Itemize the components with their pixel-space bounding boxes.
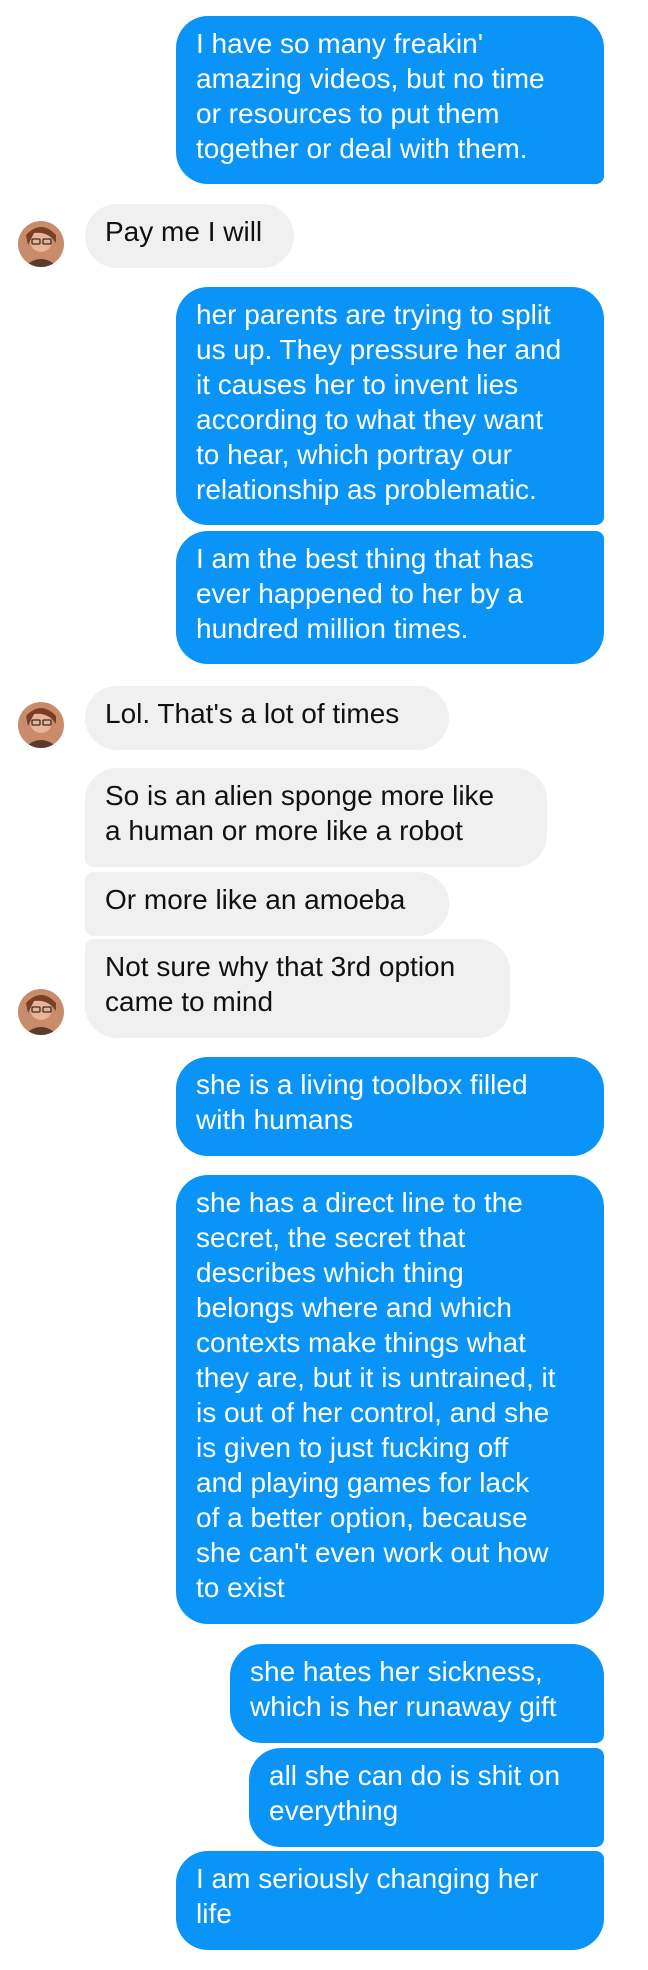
message-bubble-outgoing[interactable]: her parents are trying to split us up. T… [176,287,604,525]
message-bubble-outgoing[interactable]: she has a direct line to the secret, the… [176,1175,604,1624]
message-bubble-incoming[interactable]: So is an alien sponge more like a human … [85,768,547,867]
avatar-image [18,221,64,267]
message-bubble-incoming[interactable]: Not sure why that 3rd option came to min… [85,939,510,1038]
contact-avatar-icon[interactable] [18,702,64,748]
message-bubble-outgoing[interactable]: I am seriously changing her life [176,1851,604,1950]
avatar-image [18,989,64,1035]
message-bubble-outgoing[interactable]: I have so many freakin' amazing videos, … [176,16,604,184]
message-bubble-incoming[interactable]: Lol. That's a lot of times [85,686,449,750]
contact-avatar-icon[interactable] [18,221,64,267]
chat-screen: { "messages": [ {"side": "out", "text": … [0,0,648,1970]
contact-avatar-icon[interactable] [18,989,64,1035]
message-bubble-incoming[interactable]: Pay me I will [85,204,294,268]
message-bubble-incoming[interactable]: Or more like an amoeba [85,872,449,936]
message-bubble-outgoing[interactable]: she is a living toolbox filled with huma… [176,1057,604,1156]
avatar-image [18,702,64,748]
message-bubble-outgoing[interactable]: I am the best thing that has ever happen… [176,531,604,664]
message-bubble-outgoing[interactable]: she hates her sickness, which is her run… [230,1644,604,1743]
message-bubble-outgoing[interactable]: all she can do is shit on everything [249,1748,604,1847]
